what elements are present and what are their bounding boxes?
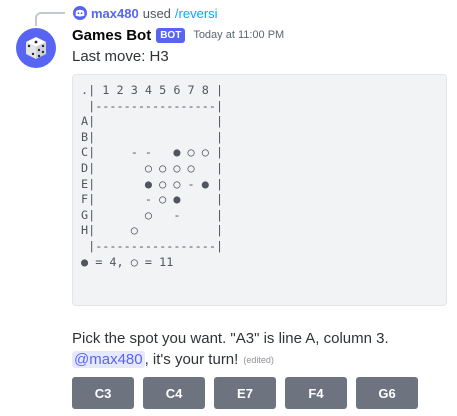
move-buttons: C3 C4 E7 F4 G6 — [72, 377, 418, 409]
last-move-text: Last move: H3 — [72, 48, 169, 65]
turn-line: @max480 , it's your turn! (edited) — [72, 351, 274, 368]
dice-icon — [26, 37, 46, 59]
reply-verb: used — [142, 5, 171, 21]
turn-text: , it's your turn! — [144, 351, 239, 368]
move-button-f4[interactable]: F4 — [285, 377, 347, 409]
move-button-g6[interactable]: G6 — [356, 377, 418, 409]
discord-icon — [73, 6, 87, 20]
move-button-c3[interactable]: C3 — [72, 377, 134, 409]
author-name[interactable]: Games Bot — [72, 27, 151, 44]
move-button-e7[interactable]: E7 — [214, 377, 276, 409]
avatar[interactable] — [16, 28, 56, 68]
pick-prompt: Pick the spot you want. "A3" is line A, … — [72, 330, 389, 347]
reply-command[interactable]: /reversi — [175, 6, 218, 21]
timestamp[interactable]: Today at 11:00 PM — [193, 29, 284, 41]
move-button-c4[interactable]: C4 — [143, 377, 205, 409]
bot-badge: BOT — [156, 27, 186, 43]
reply-context: max480 used /reversi — [73, 4, 218, 22]
edited-label: (edited) — [243, 354, 274, 365]
user-mention[interactable]: @max480 — [72, 351, 145, 368]
message-header: Games Bot BOT Today at 11:00 PM — [72, 25, 284, 45]
reversi-board: .| 1 2 3 4 5 6 7 8 | |-----------------|… — [81, 83, 224, 269]
reply-connector — [35, 12, 65, 26]
board-codeblock: .| 1 2 3 4 5 6 7 8 | |-----------------|… — [72, 74, 447, 306]
reply-username[interactable]: max480 — [91, 6, 139, 21]
